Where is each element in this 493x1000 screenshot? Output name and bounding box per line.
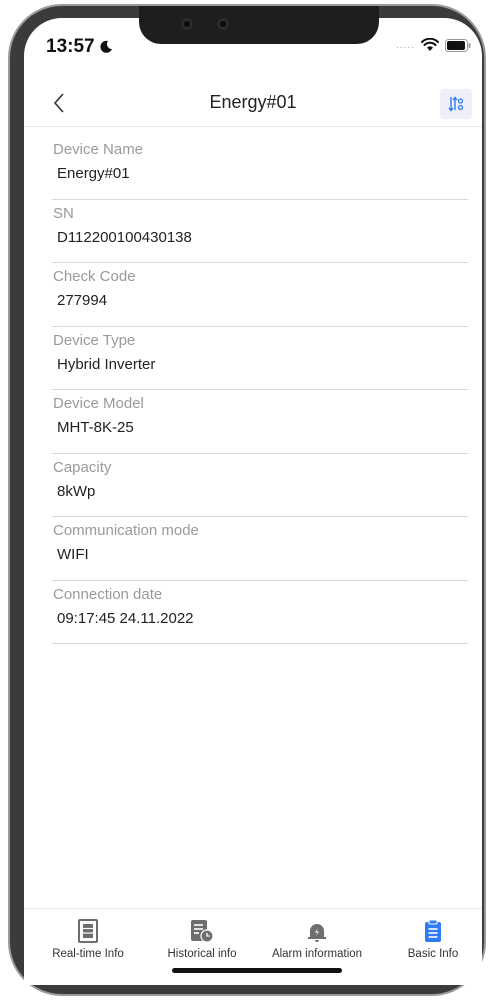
settings-button[interactable] <box>440 89 472 119</box>
tab-historical-info[interactable]: Historical info <box>152 909 252 969</box>
historical-info-icon <box>190 917 214 943</box>
alarm-bell-icon <box>306 917 328 943</box>
field-label: SN <box>53 204 74 222</box>
tab-basic-info[interactable]: Basic Info <box>388 909 478 969</box>
nav-header: Energy#01 <box>24 80 482 127</box>
field-connection-date: Connection date 09:17:45 24.11.2022 <box>52 581 468 644</box>
field-label: Check Code <box>53 268 136 285</box>
field-value: D112200100430138 <box>57 228 192 246</box>
field-device-type: Device Type Hybrid Inverter <box>52 327 468 390</box>
field-label: Capacity <box>53 458 112 476</box>
phone-notch <box>139 6 379 44</box>
field-check-code: Check Code 277994 <box>52 263 468 327</box>
sort-settings-icon <box>448 96 464 112</box>
tab-realtime-info[interactable]: Real-time Info <box>36 909 140 969</box>
field-device-name: Device Name Energy#01 <box>52 136 468 200</box>
field-label: Device Name <box>53 141 144 158</box>
field-value: WIFI <box>57 546 89 563</box>
field-value: 09:17:45 24.11.2022 <box>57 609 194 627</box>
bottom-tab-bar: Real-time Info Historical info Alarm inf… <box>24 908 482 985</box>
field-capacity: Capacity 8kWp <box>52 454 468 517</box>
field-label: Device Model <box>53 395 144 412</box>
tab-label: Alarm information <box>271 948 363 960</box>
home-indicator[interactable] <box>172 968 342 973</box>
tab-label: Historical info <box>167 948 237 960</box>
realtime-info-icon <box>78 917 98 943</box>
tab-alarm-information[interactable]: Alarm information <box>264 909 370 969</box>
field-label: Communication mode <box>53 522 199 539</box>
field-label: Connection date <box>53 585 163 603</box>
field-device-model: Device Model MHT-8K-25 <box>52 390 468 454</box>
field-value: 8kWp <box>57 482 96 500</box>
field-sn: SN D112200100430138 <box>52 200 468 263</box>
page-title: Energy#01 <box>209 92 297 112</box>
tab-label: Real-time Info <box>52 948 124 960</box>
basic-info-icon <box>424 917 442 943</box>
battery-icon <box>445 38 471 52</box>
camera-icon <box>181 18 193 30</box>
field-communication-mode: Communication mode WIFI <box>52 517 468 581</box>
status-time-text: 13:57 <box>46 36 95 57</box>
device-info-list: Device Name Energy#01 SN D11220010043013… <box>52 136 468 644</box>
status-bar-right: ..... <box>396 38 471 52</box>
sensor-icon <box>217 18 229 30</box>
moon-icon <box>100 40 112 53</box>
field-label: Device Type <box>53 331 136 349</box>
field-value: Hybrid Inverter <box>57 355 156 373</box>
field-value: MHT-8K-25 <box>57 419 134 436</box>
field-value: Energy#01 <box>57 165 130 182</box>
cellular-signal-icon: ..... <box>396 39 415 51</box>
field-value: 277994 <box>57 292 108 309</box>
status-bar-time: 13:57 <box>46 36 113 58</box>
wifi-icon <box>421 38 439 51</box>
tab-label: Basic Info <box>407 948 459 960</box>
